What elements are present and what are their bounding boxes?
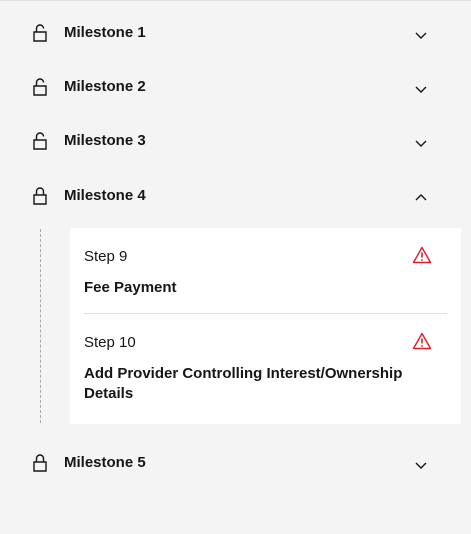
step-number: Step 10 (84, 334, 136, 351)
step-10[interactable]: Step 10 Add Provider Controlling Interes… (70, 314, 461, 424)
locked-icon (33, 187, 47, 205)
milestone-1-header[interactable]: Milestone 1 (0, 12, 471, 52)
warning-icon (412, 246, 432, 264)
milestone-5-header[interactable]: Milestone 5 (0, 442, 471, 482)
unlocked-icon (33, 132, 47, 150)
steps-rail (40, 229, 41, 423)
milestone-4-steps: Step 9 Fee Payment Step 10 Add Provider … (70, 228, 461, 424)
warning-icon (412, 332, 432, 350)
milestone-panel: Milestone 1 Milestone 2 Milestone 3 Mile… (0, 0, 471, 534)
milestone-2-label: Milestone 2 (64, 78, 146, 95)
chevron-up-icon[interactable] (414, 193, 428, 203)
step-number: Step 9 (84, 248, 128, 265)
milestone-4-label: Milestone 4 (64, 187, 146, 204)
chevron-down-icon[interactable] (414, 138, 428, 148)
milestone-5-label: Milestone 5 (64, 454, 146, 471)
milestone-3-label: Milestone 3 (64, 132, 146, 149)
locked-icon (33, 454, 47, 472)
milestone-4-header[interactable]: Milestone 4 (0, 175, 471, 215)
unlocked-icon (33, 24, 47, 42)
chevron-down-icon[interactable] (414, 460, 428, 470)
step-9[interactable]: Step 9 Fee Payment (70, 228, 461, 313)
unlocked-icon (33, 78, 47, 96)
milestone-1-label: Milestone 1 (64, 24, 146, 41)
step-title: Add Provider Controlling Interest/Owners… (84, 365, 403, 402)
chevron-down-icon[interactable] (414, 30, 428, 40)
milestone-2-header[interactable]: Milestone 2 (0, 66, 471, 106)
milestone-3-header[interactable]: Milestone 3 (0, 120, 471, 160)
step-title: Fee Payment (84, 279, 177, 296)
chevron-down-icon[interactable] (414, 84, 428, 94)
